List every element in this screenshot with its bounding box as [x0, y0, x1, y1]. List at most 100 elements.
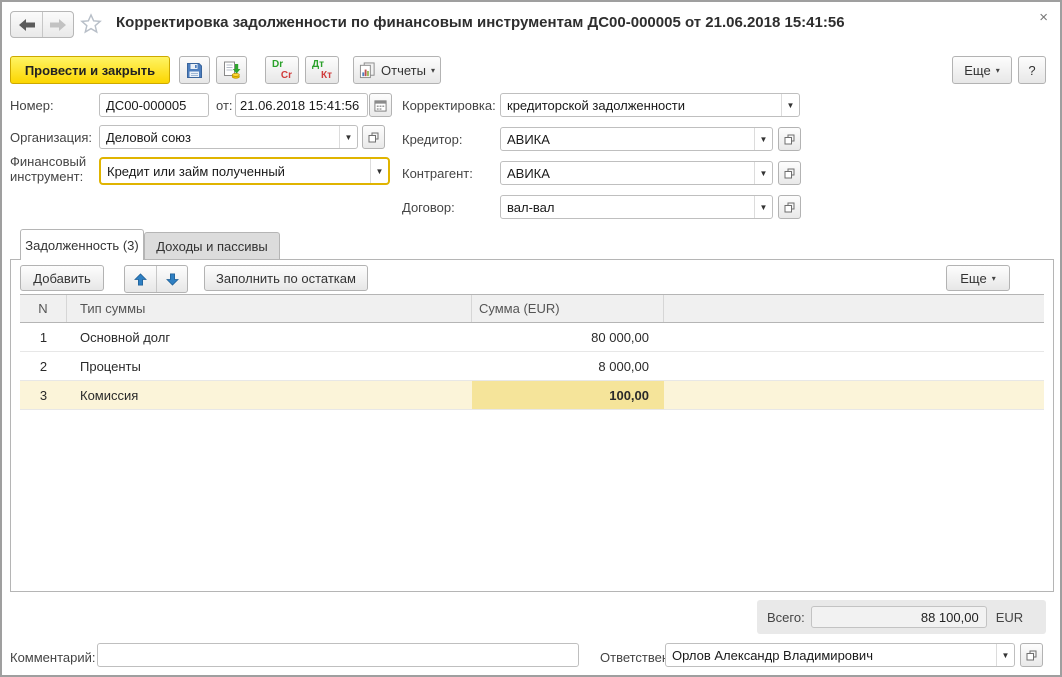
chevron-down-icon[interactable]: ▼: [370, 159, 388, 183]
date-field[interactable]: 21.06.2018 15:41:56: [235, 93, 368, 117]
amount-cell[interactable]: 8 000,00: [472, 352, 664, 380]
chevron-down-icon[interactable]: ▼: [754, 162, 772, 184]
amount-cell-selected[interactable]: 100,00: [472, 381, 664, 409]
window-title: Корректировка задолженности по финансовы…: [116, 14, 845, 31]
dr-cr-button[interactable]: Dr Cr: [265, 56, 299, 84]
dt-kt-button[interactable]: Дт Кт: [305, 56, 339, 84]
more-label: Еще: [964, 62, 991, 78]
organization-open-button[interactable]: [362, 125, 385, 149]
correction-select[interactable]: кредиторской задолженности ▼: [500, 93, 800, 117]
kt-label: Кт: [320, 70, 332, 81]
tab-income-liabilities[interactable]: Доходы и пассивы: [144, 232, 280, 260]
counterparty-label: Контрагент:: [402, 166, 473, 181]
debt-table: N Тип суммы Сумма (EUR) 1 Основной долг …: [20, 294, 1044, 410]
chevron-down-icon: ▾: [430, 65, 435, 75]
add-row-label: Добавить: [33, 270, 91, 286]
table-row[interactable]: 1 Основной долг 80 000,00: [20, 323, 1044, 352]
reports-button[interactable]: Отчеты ▾: [353, 56, 441, 84]
back-icon[interactable]: [11, 12, 42, 37]
help-label: ?: [1028, 62, 1036, 78]
tab-debt[interactable]: Задолженность (3): [20, 229, 144, 260]
header-n[interactable]: N: [20, 295, 67, 322]
table-header-row: N Тип суммы Сумма (EUR): [20, 294, 1044, 323]
table-row[interactable]: 2 Проценты 8 000,00: [20, 352, 1044, 381]
tab-label: Задолженность (3): [25, 237, 139, 253]
creditor-value: АВИКА: [507, 131, 550, 147]
document-window: Корректировка задолженности по финансовы…: [0, 0, 1062, 677]
responsible-field[interactable]: Орлов Александр Владимирович ▼: [665, 643, 1015, 667]
instrument-value: Кредит или займ полученный: [107, 163, 285, 179]
organization-value: Деловой союз: [106, 129, 192, 145]
creditor-open-button[interactable]: [778, 127, 801, 151]
creditor-label: Кредитор:: [402, 132, 463, 147]
row-number: 3: [39, 387, 48, 403]
calendar-icon: [374, 99, 387, 112]
save-button[interactable]: [179, 56, 210, 84]
open-link-icon: [784, 168, 795, 179]
post-document-button[interactable]: [216, 56, 247, 84]
comment-label: Комментарий:: [10, 650, 96, 665]
table-row-selected[interactable]: 3 Комиссия 100,00: [20, 381, 1044, 410]
chevron-down-icon[interactable]: ▼: [339, 126, 357, 148]
title-bar: Корректировка задолженности по финансовы…: [2, 2, 1060, 46]
open-link-icon: [368, 132, 379, 143]
dt-label: Дт: [312, 59, 325, 70]
move-down-icon[interactable]: [156, 266, 187, 292]
date-value: 21.06.2018 15:41:56: [240, 97, 360, 113]
organization-label: Организация:: [10, 130, 93, 145]
post-and-close-button[interactable]: Провести и закрыть: [10, 56, 170, 84]
total-field: 88 100,00: [810, 606, 987, 628]
fill-by-balances-button[interactable]: Заполнить по остаткам: [204, 265, 368, 291]
chevron-down-icon: ▾: [991, 273, 996, 283]
move-up-icon[interactable]: [125, 266, 156, 292]
reports-icon: [359, 61, 376, 79]
empty-cell: [664, 323, 1044, 351]
totals-bar: Всего: 88 100,00 EUR: [757, 600, 1046, 634]
instrument-select[interactable]: Кредит или займ полученный ▼: [99, 157, 390, 185]
row-number: 2: [39, 358, 48, 374]
header-sum-type[interactable]: Тип суммы: [67, 295, 472, 322]
reports-label: Отчеты: [381, 62, 426, 78]
counterparty-value: АВИКА: [507, 165, 550, 181]
more-button-table[interactable]: Еще ▾: [946, 265, 1010, 291]
open-link-icon: [1026, 650, 1037, 661]
creditor-field[interactable]: АВИКА ▼: [500, 127, 773, 151]
close-icon[interactable]: ×: [1039, 10, 1048, 25]
open-link-icon: [784, 202, 795, 213]
forward-icon[interactable]: [42, 12, 73, 37]
sum-type-cell[interactable]: Комиссия: [67, 381, 472, 409]
chevron-down-icon[interactable]: ▼: [754, 196, 772, 218]
tab-label: Доходы и пассивы: [156, 239, 268, 254]
correction-label: Корректировка:: [402, 98, 496, 113]
more-button-top[interactable]: Еще ▾: [952, 56, 1012, 84]
chevron-down-icon[interactable]: ▼: [996, 644, 1014, 666]
chevron-down-icon[interactable]: ▼: [754, 128, 772, 150]
empty-cell: [664, 352, 1044, 380]
counterparty-field[interactable]: АВИКА ▼: [500, 161, 773, 185]
contract-label: Договор:: [402, 200, 455, 215]
number-field[interactable]: ДС00-000005: [99, 93, 209, 117]
open-link-icon: [784, 134, 795, 145]
header-amount[interactable]: Сумма (EUR): [472, 295, 664, 322]
help-button[interactable]: ?: [1018, 56, 1046, 84]
comment-input[interactable]: [97, 643, 579, 667]
favorite-star-icon[interactable]: [80, 13, 102, 35]
calendar-button[interactable]: [369, 93, 392, 117]
sum-type-cell[interactable]: Основной долг: [67, 323, 472, 351]
add-row-button[interactable]: Добавить: [20, 265, 104, 291]
more-label: Еще: [960, 270, 987, 286]
contract-value: вал-вал: [507, 199, 555, 215]
history-nav-group: [10, 11, 74, 38]
counterparty-open-button[interactable]: [778, 161, 801, 185]
instrument-label: Финансовый инструмент:: [10, 154, 87, 184]
contract-field[interactable]: вал-вал ▼: [500, 195, 773, 219]
dr-label: Dr: [272, 59, 284, 70]
chevron-down-icon[interactable]: ▼: [781, 94, 799, 116]
responsible-value: Орлов Александр Владимирович: [672, 647, 873, 663]
responsible-open-button[interactable]: [1020, 643, 1043, 667]
empty-cell: [664, 381, 1044, 409]
sum-type-cell[interactable]: Проценты: [67, 352, 472, 380]
contract-open-button[interactable]: [778, 195, 801, 219]
organization-field[interactable]: Деловой союз ▼: [99, 125, 358, 149]
amount-cell[interactable]: 80 000,00: [472, 323, 664, 351]
